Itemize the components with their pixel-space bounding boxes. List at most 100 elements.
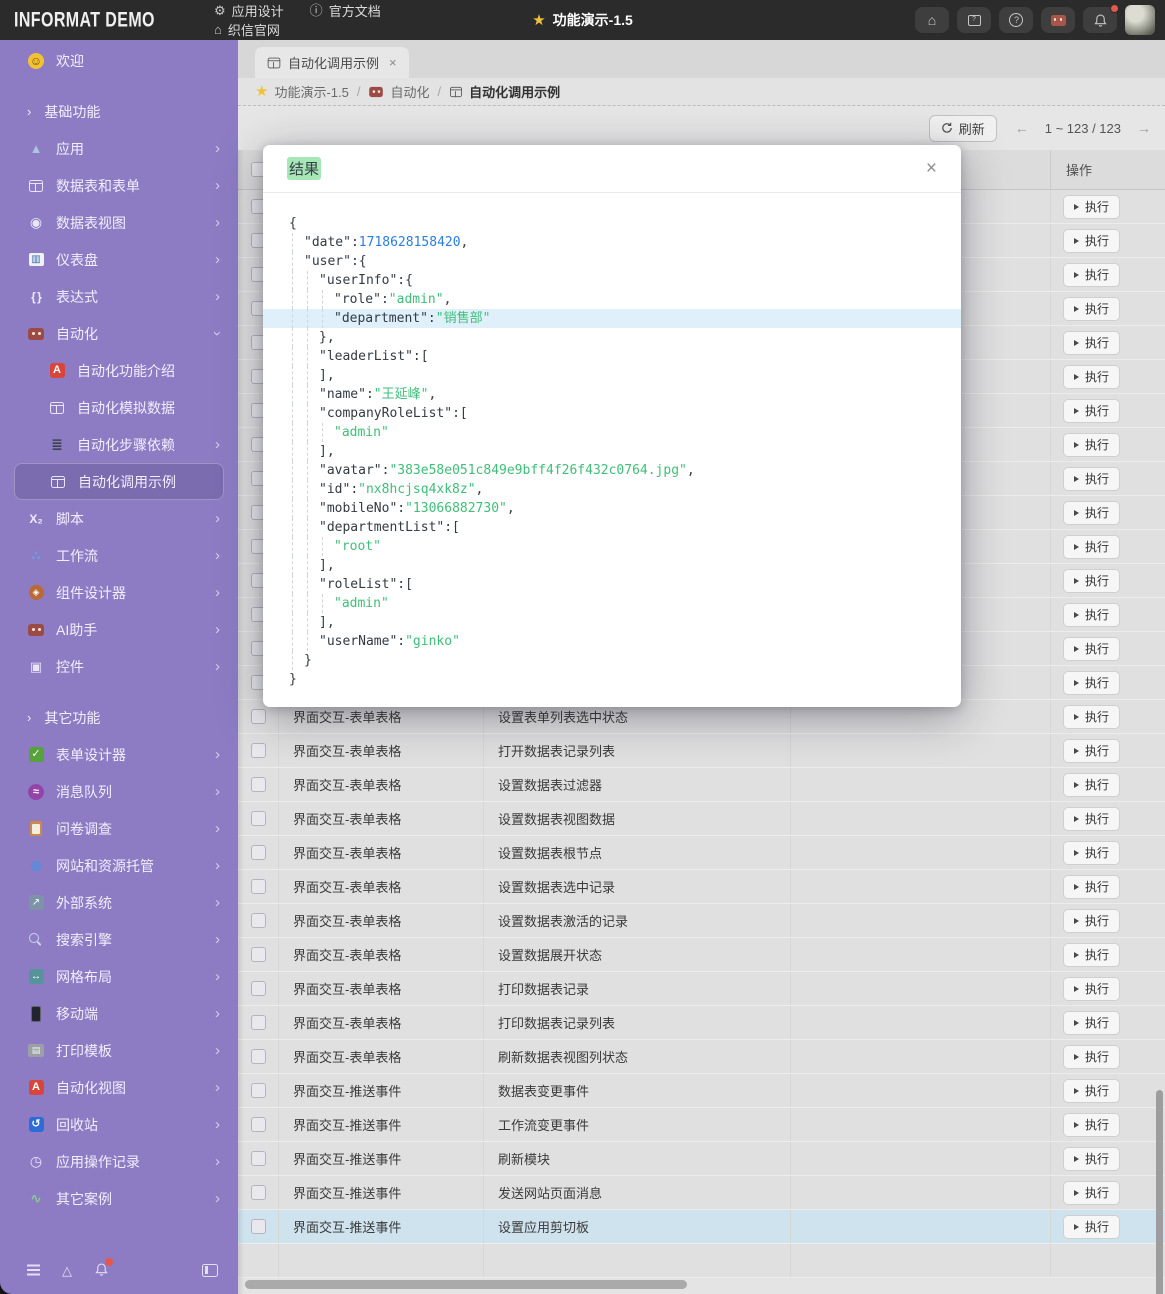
row-checkbox[interactable]	[250, 811, 266, 826]
sidebar-item[interactable]: ▥ 仪表盘 ›	[0, 241, 238, 278]
sidebar-item[interactable]: 移动端 ›	[0, 995, 238, 1032]
sidebar-item[interactable]: ▲ 应用 ›	[0, 130, 238, 167]
table-row[interactable]: 界面交互-推送事件 设置应用剪切板 执行	[238, 1210, 1165, 1244]
sidebar-item[interactable]: { } 表达式 ›	[0, 278, 238, 315]
nav-item-home[interactable]: ⌂ 织信官网	[214, 21, 280, 39]
table-row[interactable]: 界面交互-表单表格 打开数据表记录列表 执行	[238, 734, 1165, 768]
execute-button[interactable]: 执行	[1063, 296, 1121, 321]
sidebar-item[interactable]: ▤ 打印模板 ›	[0, 1032, 238, 1069]
execute-button[interactable]: 执行	[1063, 466, 1121, 491]
sidebar-item[interactable]: ◷ 应用操作记录 ›	[0, 1143, 238, 1180]
sidebar-item[interactable]: ✓ 表单设计器 ›	[0, 736, 238, 773]
row-checkbox[interactable]	[250, 777, 266, 792]
table-row[interactable]: 界面交互-推送事件 数据表变更事件 执行	[238, 1074, 1165, 1108]
breadcrumb-module[interactable]: 自动化	[368, 82, 430, 101]
execute-button[interactable]: 执行	[1063, 432, 1121, 457]
execute-button[interactable]: 执行	[1063, 568, 1121, 593]
refresh-button[interactable]: 刷新	[928, 114, 997, 142]
row-checkbox[interactable]	[250, 743, 266, 758]
sidebar-group[interactable]: › 基础功能	[0, 93, 238, 130]
sidebar-item[interactable]: ≈ 消息队列 ›	[0, 773, 238, 810]
sidebar-item[interactable]: ∴ 工作流 ›	[0, 537, 238, 574]
execute-button[interactable]: 执行	[1063, 670, 1121, 695]
sidebar-item[interactable]: ∿ 其它案例 ›	[0, 1180, 238, 1217]
notifications-button[interactable]	[1083, 4, 1119, 33]
sidebar-item[interactable]: 数据表和表单 ›	[0, 167, 238, 204]
row-checkbox[interactable]	[250, 1015, 266, 1030]
sidebar-item[interactable]: 问卷调查 ›	[0, 810, 238, 847]
sidebar-item[interactable]: ⊕ 网站和资源托管 ›	[0, 847, 238, 884]
table-row[interactable]: 界面交互-表单表格 设置数据表激活的记录 执行	[238, 904, 1165, 938]
nav-item-info[interactable]: ⓘ 官方文档	[310, 2, 381, 20]
table-row[interactable]: 界面交互-表单表格 刷新数据表视图列状态 执行	[238, 1040, 1165, 1074]
execute-button[interactable]: 执行	[1063, 772, 1121, 797]
prev-page-arrow[interactable]: ←	[1015, 120, 1029, 136]
execute-button[interactable]: 执行	[1063, 398, 1121, 423]
execute-button[interactable]: 执行	[1063, 874, 1121, 899]
table-row[interactable]: 界面交互-表单表格 打印数据表记录 执行	[238, 972, 1165, 1006]
execute-button[interactable]: 执行	[1063, 976, 1121, 1001]
row-checkbox[interactable]	[250, 845, 266, 860]
close-tab-icon[interactable]: ×	[389, 55, 397, 70]
table-row[interactable]: 界面交互-推送事件 工作流变更事件 执行	[238, 1108, 1165, 1142]
execute-button[interactable]: 执行	[1063, 636, 1121, 661]
execute-button[interactable]: 执行	[1063, 534, 1121, 559]
sidebar-item[interactable]: ↗ 外部系统 ›	[0, 884, 238, 921]
sidebar-item[interactable]: A 自动化功能介绍	[0, 352, 238, 389]
toggle-panel-icon[interactable]	[202, 1263, 218, 1277]
collapse-menu-icon[interactable]	[27, 1269, 40, 1271]
execute-button[interactable]: 执行	[1063, 364, 1121, 389]
row-checkbox[interactable]	[250, 1185, 266, 1200]
table-row[interactable]: 界面交互-表单表格 设置数据表根节点 执行	[238, 836, 1165, 870]
sidebar-item[interactable]: ☺ 欢迎	[0, 42, 238, 79]
execute-button[interactable]: 执行	[1063, 908, 1121, 933]
sidebar-item[interactable]: ◉ 数据表视图 ›	[0, 204, 238, 241]
close-modal-icon[interactable]: ×	[926, 159, 937, 178]
execute-button[interactable]: 执行	[1063, 1044, 1121, 1069]
table-row[interactable]: 界面交互-推送事件 发送网站页面消息 执行	[238, 1176, 1165, 1210]
table-row[interactable]: 界面交互-表单表格 设置数据表过滤器 执行	[238, 768, 1165, 802]
execute-button[interactable]: 执行	[1063, 1146, 1121, 1171]
row-checkbox[interactable]	[250, 1219, 266, 1234]
sidebar-item[interactable]: A 自动化视图 ›	[0, 1069, 238, 1106]
vertical-scrollbar[interactable]	[1156, 1090, 1163, 1294]
execute-button[interactable]: 执行	[1063, 602, 1121, 627]
table-row[interactable]: 界面交互-表单表格 打印数据表记录列表 执行	[238, 1006, 1165, 1040]
nav-item-gear[interactable]: ⚙ 应用设计	[214, 2, 284, 20]
execute-button[interactable]: 执行	[1063, 1214, 1121, 1239]
row-checkbox[interactable]	[250, 981, 266, 996]
next-page-arrow[interactable]: →	[1137, 120, 1151, 136]
row-checkbox[interactable]	[250, 879, 266, 894]
sidebar-group[interactable]: › 其它功能	[0, 699, 238, 736]
execute-button[interactable]: 执行	[1063, 806, 1121, 831]
horizontal-scrollbar[interactable]	[245, 1280, 687, 1289]
row-checkbox[interactable]	[250, 1083, 266, 1098]
execute-button[interactable]: 执行	[1063, 330, 1121, 355]
row-checkbox[interactable]	[250, 1117, 266, 1132]
sidebar-item[interactable]: ≣ 自动化步骤依赖 ›	[0, 426, 238, 463]
sidebar-item[interactable]: AI助手 ›	[0, 611, 238, 648]
row-checkbox[interactable]	[250, 947, 266, 962]
sidebar-item[interactable]: ◈ 组件设计器 ›	[0, 574, 238, 611]
execute-button[interactable]: 执行	[1063, 1010, 1121, 1035]
execute-button[interactable]: 执行	[1063, 738, 1121, 763]
user-avatar[interactable]	[1125, 5, 1155, 35]
execute-button[interactable]: 执行	[1063, 1112, 1121, 1137]
execute-button[interactable]: 执行	[1063, 704, 1121, 729]
row-checkbox[interactable]	[250, 1049, 266, 1064]
sidebar-item[interactable]: ↔ 网格布局 ›	[0, 958, 238, 995]
sidebar-item[interactable]: ▣ 控件 ›	[0, 648, 238, 685]
row-checkbox[interactable]	[250, 1151, 266, 1166]
execute-button[interactable]: 执行	[1063, 942, 1121, 967]
execute-button[interactable]: 执行	[1063, 1180, 1121, 1205]
execute-button[interactable]: 执行	[1063, 1078, 1121, 1103]
sidebar-item[interactable]: X₂ 脚本 ›	[0, 500, 238, 537]
execute-button[interactable]: 执行	[1063, 500, 1121, 525]
row-checkbox[interactable]	[250, 913, 266, 928]
feedback-button[interactable]	[957, 7, 991, 33]
sidebar-item[interactable]: 搜索引擎 ›	[0, 921, 238, 958]
execute-button[interactable]: 执行	[1063, 194, 1121, 219]
sidebar-notifications[interactable]	[94, 1258, 113, 1278]
table-row[interactable]: 界面交互-表单表格 设置数据展开状态 执行	[238, 938, 1165, 972]
assistant-button[interactable]	[1041, 7, 1075, 33]
